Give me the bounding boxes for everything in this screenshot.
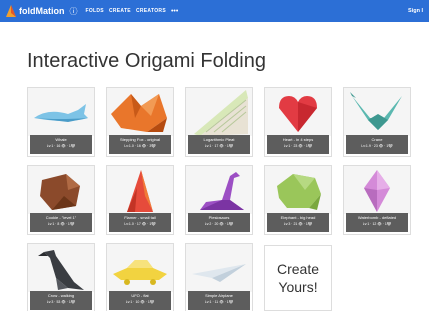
plesiosaur-thumbnail xyxy=(186,166,252,214)
card-stats: Lv:1 · 16 👁 · 1❤ xyxy=(46,144,76,148)
card-stats: Lv:1 · 8 👁 · 1❤ xyxy=(47,222,75,226)
model-card-ufo[interactable]: UFO - flat Lv:1 · 10 👁 · 1❤ xyxy=(106,243,174,311)
card-caption: UFO - flat Lv:1 · 10 👁 · 1❤ xyxy=(109,291,171,310)
card-stats: Lv:1.0 · 16 👁 · 3❤ xyxy=(124,144,156,148)
page-title: Interactive Origami Folding xyxy=(27,50,266,72)
card-caption: Crow - walking Lv:3 · 53 👁 · 1❤ xyxy=(30,291,92,310)
ufo-thumbnail xyxy=(107,244,173,292)
nav-link-creators[interactable]: CREATORS xyxy=(136,8,166,14)
info-icon[interactable]: ⓘ xyxy=(70,6,78,17)
card-stats: Lv:1 · 11 👁 · 1❤ xyxy=(204,300,234,304)
card-caption: Stepping Fox - original Lv:1.0 · 16 👁 · … xyxy=(109,135,171,154)
waterbomb-thumbnail xyxy=(344,166,410,214)
model-card-cookie[interactable]: Cookie - "level 1" Lv:1 · 8 👁 · 1❤ xyxy=(27,165,95,235)
crane-thumbnail xyxy=(344,88,410,136)
model-card-flamer[interactable]: Flamer - small tail Lv:1.0 · 17 👁 · 1❤ xyxy=(106,165,174,235)
card-stats: Lv:3 · 53 👁 · 1❤ xyxy=(46,300,76,304)
top-navbar: foldMation ⓘ FOLDS CREATE CREATORS ••• S… xyxy=(0,0,429,22)
card-caption: Crane Lv:1.9 · 23 👁 · 1❤ xyxy=(346,135,408,154)
card-caption: Heart - in 4 steps Lv:1 · 23 👁 · 1❤ xyxy=(267,135,329,154)
card-stats: Lv:1.0 · 17 👁 · 1❤ xyxy=(124,222,156,226)
create-yours-label: Create Yours! xyxy=(276,261,320,295)
card-stats: Lv:1 · 10 👁 · 1❤ xyxy=(125,300,155,304)
model-card-waterbomb[interactable]: Waterbomb - deflated Lv:1 · 12 👁 · 1❤ xyxy=(343,165,411,235)
model-card-simple-airplane[interactable]: Simple Airplane Lv:1 · 11 👁 · 1❤ xyxy=(185,243,253,311)
card-stats: Lv:2 · 20 👁 · 1❤ xyxy=(204,222,234,226)
heart-thumbnail xyxy=(265,88,331,136)
card-stats: Lv:1.9 · 23 👁 · 1❤ xyxy=(361,144,393,148)
sign-in-link[interactable]: Sign I xyxy=(408,8,423,14)
crow-thumbnail xyxy=(28,244,94,292)
airplane-thumbnail xyxy=(186,244,252,292)
model-card-heart[interactable]: Heart - in 4 steps Lv:1 · 23 👁 · 1❤ xyxy=(264,87,332,157)
pleat-thumbnail xyxy=(186,88,252,136)
model-card-whale[interactable]: Whale Lv:1 · 16 👁 · 1❤ xyxy=(27,87,95,157)
elephant-thumbnail xyxy=(265,166,331,214)
card-caption: Logarithmic Pleat Lv:1 · 17 👁 · 1❤ xyxy=(188,135,250,154)
model-card-crane[interactable]: Crane Lv:1.9 · 23 👁 · 1❤ xyxy=(343,87,411,157)
card-stats: Lv:3 · 21 👁 · 1❤ xyxy=(283,222,313,226)
more-menu-icon[interactable]: ••• xyxy=(171,8,178,15)
model-card-plesiosaurs[interactable]: Plesiosaurs Lv:2 · 20 👁 · 1❤ xyxy=(185,165,253,235)
card-caption: Whale Lv:1 · 16 👁 · 1❤ xyxy=(30,135,92,154)
card-caption: Simple Airplane Lv:1 · 11 👁 · 1❤ xyxy=(188,291,250,310)
card-stats: Lv:1 · 23 👁 · 1❤ xyxy=(283,144,313,148)
fox-thumbnail xyxy=(107,88,173,136)
card-caption: Cookie - "level 1" Lv:1 · 8 👁 · 1❤ xyxy=(30,213,92,232)
card-stats: Lv:1 · 17 👁 · 1❤ xyxy=(204,144,234,148)
card-caption: Elephant - big head Lv:3 · 21 👁 · 1❤ xyxy=(267,213,329,232)
card-caption: Flamer - small tail Lv:1.0 · 17 👁 · 1❤ xyxy=(109,213,171,232)
card-caption: Plesiosaurs Lv:2 · 20 👁 · 1❤ xyxy=(188,213,250,232)
model-card-logarithmic-pleat[interactable]: Logarithmic Pleat Lv:1 · 17 👁 · 1❤ xyxy=(185,87,253,157)
model-card-stepping-fox[interactable]: Stepping Fox - original Lv:1.0 · 16 👁 · … xyxy=(106,87,174,157)
card-caption: Waterbomb - deflated Lv:1 · 12 👁 · 1❤ xyxy=(346,213,408,232)
model-card-crow[interactable]: Crow - walking Lv:3 · 53 👁 · 1❤ xyxy=(27,243,95,311)
whale-thumbnail xyxy=(28,88,94,136)
model-card-elephant[interactable]: Elephant - big head Lv:3 · 21 👁 · 1❤ xyxy=(264,165,332,235)
brand-name[interactable]: foldMation xyxy=(19,6,65,16)
cookie-thumbnail xyxy=(28,166,94,214)
nav-link-create[interactable]: CREATE xyxy=(109,8,131,14)
card-stats: Lv:1 · 12 👁 · 1❤ xyxy=(362,222,392,226)
nav-link-folds[interactable]: FOLDS xyxy=(86,8,104,14)
create-yours-card[interactable]: Create Yours! xyxy=(264,245,332,311)
flamer-thumbnail xyxy=(107,166,173,214)
logo-icon[interactable] xyxy=(6,5,16,17)
